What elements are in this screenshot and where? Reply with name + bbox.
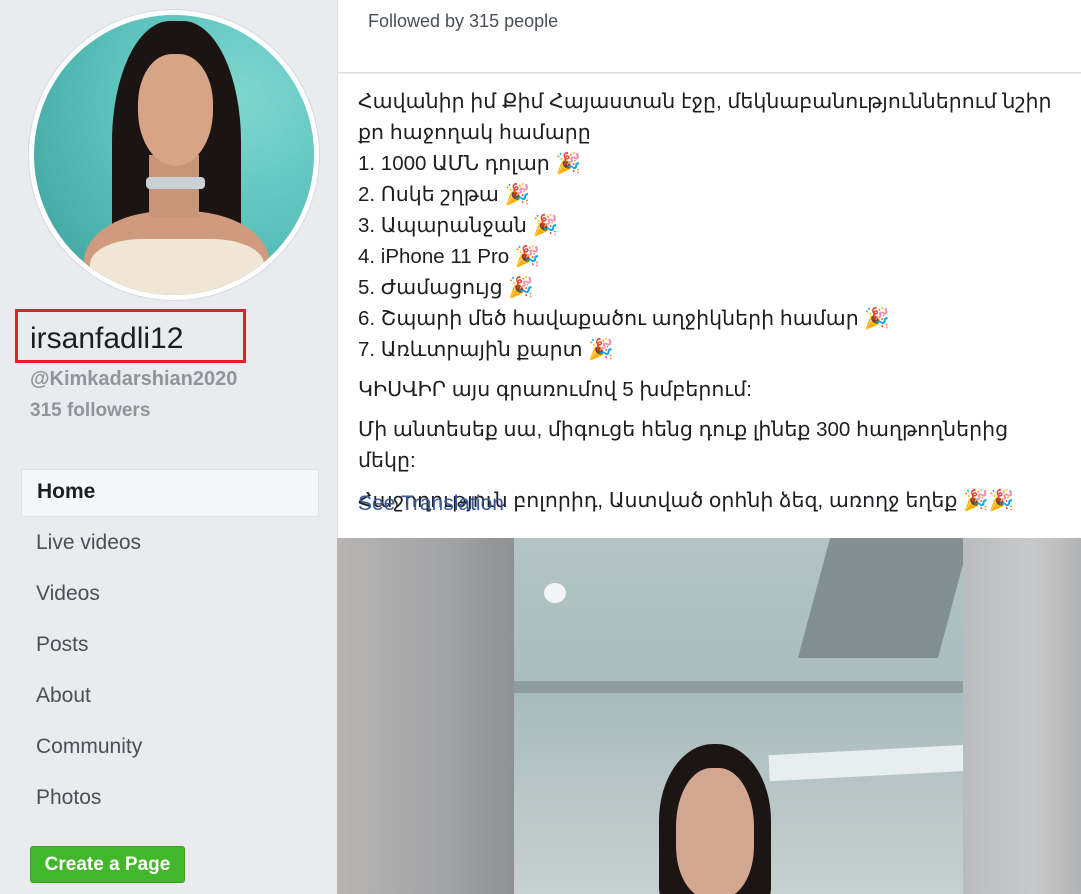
nav-community[interactable]: Community [21, 724, 319, 775]
nav-videos[interactable]: Videos [21, 571, 319, 622]
post-line: 3. Ապարանջան 🎉 [358, 214, 559, 237]
post-line: 1. 1000 ԱՄՆ դոլար 🎉 [358, 152, 581, 175]
post-video[interactable] [337, 538, 1081, 894]
post-share-line: ԿԻՍՎԻՐ այս գրառումով 5 խմբերում: [358, 378, 752, 401]
profile-sidebar: irsanfadli12 @Kimkadarshian2020 315 foll… [0, 0, 337, 894]
see-translation-link[interactable]: See Translation [358, 492, 504, 516]
nav-live-videos[interactable]: Live videos [21, 520, 319, 571]
followed-by-text: Followed by 315 people [368, 11, 559, 31]
profile-picture[interactable] [29, 10, 319, 300]
video-frame [514, 538, 963, 894]
nav-home[interactable]: Home [21, 469, 319, 517]
post-line: 2. Ոսկե շղթա 🎉 [358, 183, 531, 206]
avatar [34, 15, 314, 295]
page-name: irsanfadli12 [30, 322, 184, 355]
page-nav: Home Live videos Videos Posts About Comm… [21, 469, 319, 826]
post-line: 6. Շպարի մեծ հավաքածու աղջիկների համար 🎉 [358, 307, 890, 330]
post-line: 4. iPhone 11 Pro 🎉 [358, 245, 541, 268]
post-text: Հավանիր իմ Քիմ Հայաստան էջը, մեկնաբանութ… [358, 86, 1068, 516]
post-line: Հավանիր իմ Քիմ Հայաստան էջը, մեկնաբանութ… [358, 90, 1052, 144]
about-card: Followed by 315 people [337, 0, 1081, 73]
nav-about[interactable]: About [21, 673, 319, 724]
nav-posts[interactable]: Posts [21, 622, 319, 673]
post-line: 5. Ժամացույց 🎉 [358, 276, 534, 299]
page-handle[interactable]: @Kimkadarshian2020 [30, 368, 237, 391]
post-line: 7. Առևտրային քարտ 🎉 [358, 338, 614, 361]
create-page-button[interactable]: Create a Page [30, 846, 185, 883]
post-reminder-line: Մի անտեսեք սա, միգուցե հենց դուք լինեք 3… [358, 418, 1009, 472]
followers-count: 315 followers [30, 400, 151, 421]
post: Հավանիր իմ Քիմ Հայաստան էջը, մեկնաբանութ… [337, 74, 1081, 538]
nav-photos[interactable]: Photos [21, 775, 319, 826]
